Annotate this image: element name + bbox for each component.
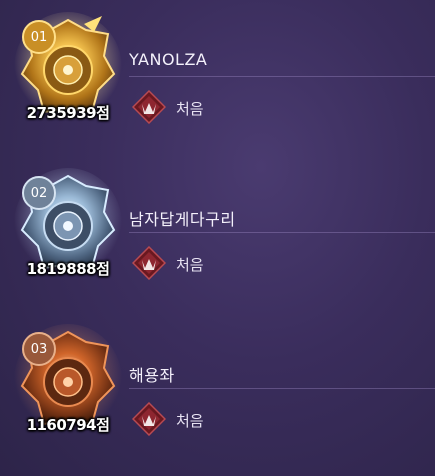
silver-medal-emblem-icon: 02 1819888점	[14, 168, 122, 284]
score-value: 1160794점	[26, 416, 110, 434]
player-name: 해용좌	[129, 366, 175, 385]
row-divider	[129, 76, 435, 77]
ranking-row-2[interactable]: 02 1819888점 남자답게다구리 처음	[0, 162, 435, 302]
tier-label: 처음	[176, 412, 204, 430]
ranking-panel: 01 2735939점 YANOLZA 처음 02 1819888점 남자답게다…	[0, 0, 435, 476]
rank-number-badge: 02	[22, 176, 56, 210]
rank-number-badge: 01	[22, 20, 56, 54]
bronze-medal-emblem-icon: 03 1160794점	[14, 324, 122, 440]
rank-number-badge: 03	[22, 332, 56, 366]
score-value: 2735939점	[26, 104, 110, 122]
tier-crown-icon	[132, 402, 166, 436]
ranking-row-3[interactable]: 03 1160794점 해용좌 처음	[0, 318, 435, 458]
player-name: YANOLZA	[129, 50, 208, 69]
tier-crown-icon	[132, 246, 166, 280]
score-value: 1819888점	[26, 260, 110, 278]
row-divider	[129, 232, 435, 233]
gold-medal-emblem-icon: 01 2735939점	[14, 12, 122, 128]
tier-label: 처음	[176, 256, 204, 274]
tier-crown-icon	[132, 90, 166, 124]
row-divider	[129, 388, 435, 389]
ranking-row-1[interactable]: 01 2735939점 YANOLZA 처음	[0, 6, 435, 146]
player-name: 남자답게다구리	[129, 210, 236, 229]
tier-label: 처음	[176, 100, 204, 118]
